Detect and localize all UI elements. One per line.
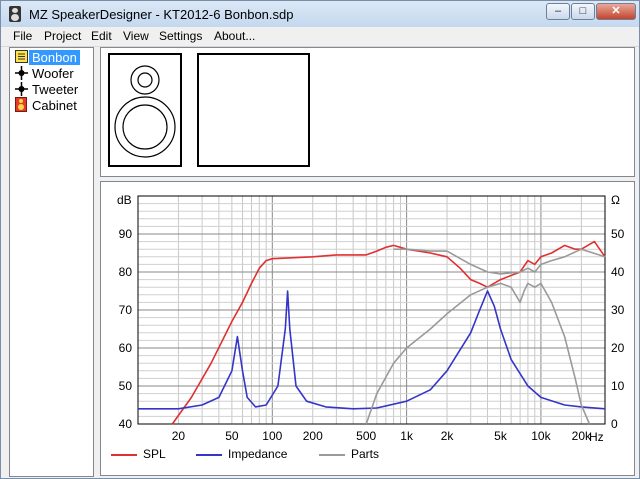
menu-view[interactable]: View <box>123 29 149 43</box>
menu-file[interactable]: File <box>13 29 32 43</box>
left-axis-label: dB <box>117 193 132 207</box>
tree-item-label: Tweeter <box>32 82 79 97</box>
legend-impedance-line <box>196 454 222 456</box>
x-tick-label: 5k <box>494 429 508 443</box>
tree-item-bonbon[interactable]: Bonbon <box>12 49 91 65</box>
tree-item-label: Woofer <box>32 66 74 81</box>
minimize-button[interactable]: – <box>546 3 570 20</box>
tree-item-tweeter[interactable]: Tweeter <box>12 81 91 97</box>
speaker-app-icon[interactable] <box>9 6 21 22</box>
right-tick-label: 50 <box>611 227 625 241</box>
right-tick-label: 40 <box>611 265 625 279</box>
legend-parts-line <box>319 454 345 456</box>
driver-icon <box>15 82 28 96</box>
tree-item-woofer[interactable]: Woofer <box>12 65 91 81</box>
x-unit-label: Hz <box>589 430 604 444</box>
left-tick-label: 80 <box>119 265 133 279</box>
menu-edit[interactable]: Edit <box>91 29 112 43</box>
x-tick-label: 20 <box>172 429 186 443</box>
window-title: MZ SpeakerDesigner - KT2012-6 Bonbon.sdp <box>29 7 294 22</box>
legend-parts[interactable]: Parts <box>351 447 379 461</box>
front-view-box[interactable] <box>108 53 182 167</box>
side-view-box[interactable] <box>197 53 310 167</box>
project-icon <box>15 50 28 63</box>
legend-spl-line <box>111 454 137 456</box>
legend-impedance[interactable]: Impedance <box>228 447 287 461</box>
x-tick-label: 500 <box>356 429 376 443</box>
title-bar[interactable]: MZ SpeakerDesigner - KT2012-6 Bonbon.sdp… <box>1 1 639 27</box>
project-tree[interactable]: Bonbon Woofer Tweeter Cabinet <box>9 47 94 477</box>
right-axis-label: Ω <box>611 193 620 207</box>
left-tick-label: 50 <box>119 379 133 393</box>
menu-about[interactable]: About... <box>214 29 255 43</box>
frequency-chart: dB Ω 20 50 100 200 500 1k 2k 5k 10k 20k4050607080… <box>117 193 625 444</box>
menu-settings[interactable]: Settings <box>159 29 202 43</box>
x-tick-label: 100 <box>262 429 282 443</box>
right-tick-label: 0 <box>611 417 618 431</box>
close-button[interactable]: ✕ <box>596 3 636 20</box>
frequency-graph-panel[interactable]: dB Ω 20 50 100 200 500 1k 2k 5k 10k 20k 40 50 60 70 80… <box>100 181 635 476</box>
x-tick-label: 1k <box>400 429 414 443</box>
app-window: MZ SpeakerDesigner - KT2012-6 Bonbon.sdp… <box>0 0 640 479</box>
legend-spl[interactable]: SPL <box>143 447 166 461</box>
left-tick-label: 60 <box>119 341 133 355</box>
tree-item-label: Bonbon <box>29 50 80 65</box>
x-tick-label: 10k <box>531 429 551 443</box>
cabinet-preview-panel <box>100 47 635 177</box>
front-view-drawing <box>114 65 176 158</box>
tree-item-cabinet[interactable]: Cabinet <box>12 97 91 113</box>
left-tick-label: 90 <box>119 227 133 241</box>
right-tick-label: 10 <box>611 379 625 393</box>
left-tick-label: 70 <box>119 303 133 317</box>
driver-icon <box>15 66 28 80</box>
right-tick-label: 30 <box>611 303 625 317</box>
menu-bar: File Project Edit View Settings About... <box>1 27 639 47</box>
menu-project[interactable]: Project <box>44 29 81 43</box>
maximize-button[interactable]: □ <box>571 3 595 20</box>
chart-grid <box>137 195 606 425</box>
tree-item-label: Cabinet <box>32 98 77 113</box>
x-tick-label: 200 <box>303 429 323 443</box>
right-tick-label: 20 <box>611 341 625 355</box>
x-tick-label: 2k <box>441 429 455 443</box>
x-tick-label: 50 <box>225 429 239 443</box>
cabinet-icon <box>15 97 27 112</box>
left-tick-label: 40 <box>119 417 133 431</box>
